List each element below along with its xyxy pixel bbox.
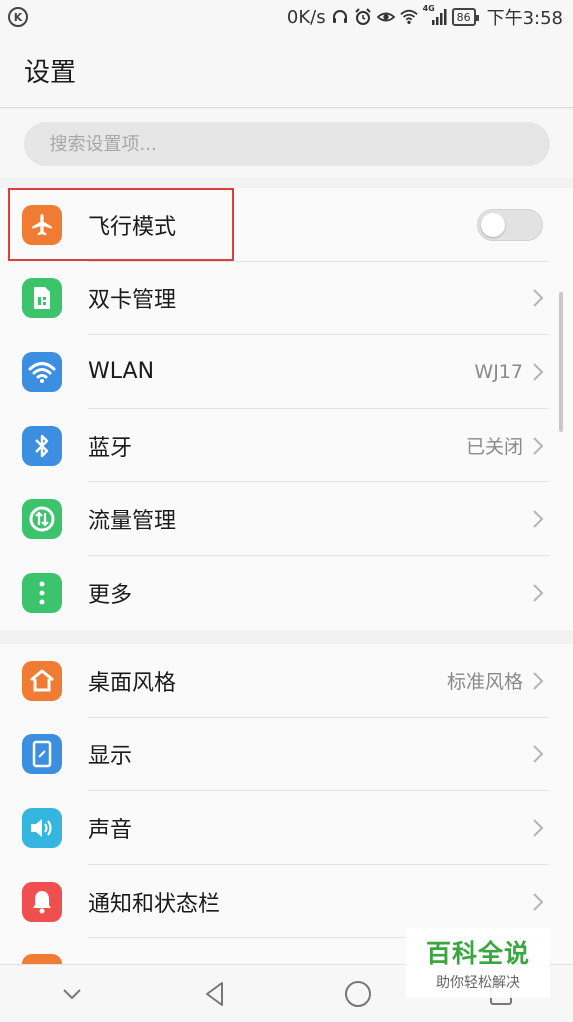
- home-circle-icon: [345, 980, 372, 1007]
- chevron-right-icon: [533, 892, 544, 911]
- nav-collapse-button[interactable]: [52, 974, 92, 1014]
- settings-item-label: 飞行模式: [88, 214, 177, 240]
- settings-item-dual-sim[interactable]: 双卡管理: [0, 262, 573, 336]
- settings-item-label: 蓝牙: [88, 435, 133, 461]
- bell-icon: [22, 881, 62, 922]
- settings-item-label: 通知和状态栏: [88, 891, 221, 917]
- settings-group-device: 桌面风格 标准风格 显示 声音 通知和状态栏: [0, 644, 573, 969]
- status-bar: K 0K/s 4G 86 下午3:58: [0, 0, 573, 34]
- settings-item-value: 标准风格: [446, 671, 523, 694]
- app-header: 设置: [0, 34, 573, 108]
- signal-icon: 4G: [423, 4, 447, 26]
- settings-item-label: 流量管理: [88, 509, 177, 535]
- chevron-right-icon: [533, 672, 544, 690]
- chevron-right-icon: [533, 289, 544, 308]
- page-title: 设置: [24, 58, 77, 88]
- settings-item-label: 双卡管理: [88, 288, 177, 314]
- back-triangle-icon: [205, 981, 223, 1006]
- chevron-right-icon: [533, 363, 544, 381]
- chevron-right-icon: [533, 819, 544, 837]
- more-dots-icon: [22, 572, 62, 613]
- bluetooth-icon: [22, 425, 62, 466]
- settings-item-label: 显示: [88, 744, 133, 770]
- alarm-icon: [354, 8, 372, 26]
- notification-k-icon: K: [8, 7, 28, 27]
- settings-item-label: 声音: [88, 817, 133, 843]
- settings-item-sound[interactable]: 声音: [0, 791, 573, 865]
- clock: 下午3:58: [486, 8, 563, 29]
- watermark-title: 百科全说: [425, 939, 530, 968]
- settings-item-bluetooth[interactable]: 蓝牙 已关闭: [0, 409, 573, 483]
- settings-item-label: WLAN: [88, 359, 155, 385]
- speaker-icon: [22, 807, 62, 848]
- wifi-icon: [22, 351, 62, 392]
- wifi-status-icon: [399, 8, 418, 26]
- watermark-subtitle: 助你轻松解决: [436, 975, 520, 991]
- settings-item-wlan[interactable]: WLAN WJ17: [0, 335, 573, 409]
- nav-back-button[interactable]: [195, 974, 235, 1014]
- settings-item-value: 已关闭: [465, 436, 523, 459]
- sim-card-icon: [22, 278, 62, 319]
- settings-item-airplane-mode[interactable]: 飞行模式: [0, 188, 573, 262]
- airplane-mode-toggle[interactable]: [477, 208, 543, 241]
- toggle-knob: [481, 212, 505, 237]
- chevron-right-icon: [533, 510, 544, 528]
- settings-item-more[interactable]: 更多: [0, 556, 573, 630]
- settings-item-value: WJ17: [474, 360, 523, 383]
- home-icon: [22, 660, 62, 701]
- watermark: 百科全说 助你轻松解决: [406, 928, 550, 998]
- settings-item-display[interactable]: 显示: [0, 718, 573, 792]
- nav-home-button[interactable]: [338, 974, 378, 1014]
- network-speed: 0K/s: [286, 6, 326, 28]
- data-usage-icon: [22, 499, 62, 540]
- battery-icon: 86: [451, 8, 479, 26]
- airplane-icon: [22, 204, 62, 245]
- chevron-right-icon: [533, 584, 544, 602]
- settings-item-label: 更多: [88, 582, 133, 608]
- settings-group-connectivity: 飞行模式 双卡管理 WLAN WJ17 蓝牙 已关闭 流量管理 更多: [0, 188, 573, 630]
- display-icon: [22, 734, 62, 775]
- chevron-right-icon: [533, 436, 544, 455]
- scrollbar[interactable]: [559, 292, 563, 432]
- search-input[interactable]: [23, 122, 550, 166]
- settings-item-home-style[interactable]: 桌面风格 标准风格: [0, 644, 573, 718]
- headset-icon: [331, 8, 349, 26]
- chevron-down-icon: [62, 988, 81, 999]
- chevron-right-icon: [533, 745, 544, 764]
- eye-icon: [376, 8, 395, 26]
- settings-item-data-usage[interactable]: 流量管理: [0, 482, 573, 556]
- settings-item-label: 桌面风格: [88, 670, 177, 696]
- search-area: [0, 110, 573, 178]
